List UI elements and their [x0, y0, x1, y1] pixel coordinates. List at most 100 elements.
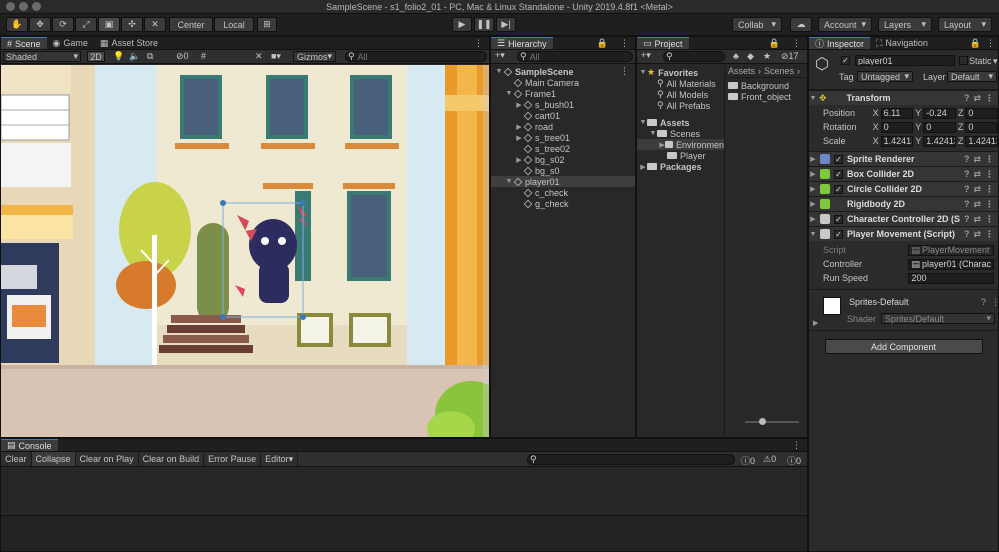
camera-icon[interactable]: ■▾ [271, 51, 281, 62]
preset-icon[interactable]: ⇄ [973, 154, 981, 165]
component-header[interactable]: ▶ Rigidbody 2D? ⇄ ⋮ [809, 196, 998, 211]
hierarchy-item[interactable]: g_check [491, 198, 635, 209]
list-item[interactable]: Background [725, 80, 807, 91]
hidden-packages-icon[interactable]: ⊘17 [781, 51, 799, 62]
rect-tool-icon[interactable]: ▣ [98, 17, 120, 32]
component-header[interactable]: ▶ ✓ Character Controller 2D (S? ⇄ ⋮ [809, 211, 998, 226]
tab-inspector[interactable]: ⓘ Inspector [809, 37, 871, 49]
lock-icon[interactable]: 🔒 [591, 37, 614, 49]
transform-tool-icon[interactable]: ✣ [121, 17, 143, 32]
scale-z-field[interactable]: 1.42413 [965, 135, 999, 147]
hand-tool-icon[interactable]: ✋ [6, 17, 28, 32]
layer-dropdown[interactable]: Default ▾ [947, 71, 997, 82]
expanded-arrow-icon[interactable]: ▼ [495, 68, 503, 75]
expanded-arrow-icon[interactable]: ▼ [505, 178, 513, 185]
help-icon[interactable]: ? [981, 297, 986, 307]
controller-field[interactable]: ▤ player01 (Charac [908, 258, 994, 270]
account-dropdown[interactable]: Account ▾ [818, 17, 872, 32]
add-object-button[interactable]: +▾ [495, 50, 505, 61]
favorite-item[interactable]: ⚲ All Models [637, 89, 724, 100]
preset-icon[interactable]: ⇄ [973, 184, 981, 195]
console-error-pause-button[interactable]: Error Pause [204, 452, 262, 466]
component-enabled-checkbox[interactable]: ✓ [834, 229, 843, 239]
console-collapse-button[interactable]: Collapse [31, 452, 76, 466]
add-component-button[interactable]: Add Component [824, 339, 983, 354]
hierarchy-menu-icon[interactable]: ⋮ [614, 37, 635, 49]
console-detail-area[interactable] [1, 515, 807, 551]
component-menu-icon[interactable]: ⋮ [985, 93, 994, 104]
console-log-area[interactable] [1, 469, 807, 513]
tab-scene[interactable]: # Scene [1, 37, 47, 49]
step-button[interactable]: ▶| [496, 17, 516, 32]
error-count-badge[interactable]: ⓘ0 [787, 454, 801, 467]
hierarchy-item[interactable]: ▼ SampleScene ⋮ [491, 66, 635, 77]
collapsed-arrow-icon[interactable]: ▶ [515, 134, 523, 142]
rotation-z-field[interactable]: 0 [965, 121, 999, 133]
packages-folder[interactable]: ▶ Packages [637, 161, 724, 172]
collab-dropdown[interactable]: Collab ▾ [732, 17, 782, 32]
audio-icon[interactable]: 🔈 [129, 51, 140, 62]
console-editor-button[interactable]: Editor ▾ [261, 452, 299, 466]
hierarchy-item[interactable]: ▼ Frame1 [491, 88, 635, 99]
preset-icon[interactable]: ⇄ [973, 199, 981, 210]
help-icon[interactable]: ? [964, 214, 970, 224]
component-menu-icon[interactable]: ⋮ [985, 229, 994, 240]
scale-y-field[interactable]: 1.42413 [923, 135, 956, 147]
collapsed-arrow-icon[interactable]: ▶ [515, 101, 523, 109]
component-enabled-checkbox[interactable]: ✓ [834, 169, 843, 179]
preset-icon[interactable]: ⇄ [973, 214, 981, 225]
scale-tool-icon[interactable]: ⤢ [75, 17, 97, 32]
hierarchy-item[interactable]: c_check [491, 187, 635, 198]
preset-icon[interactable]: ⇄ [973, 169, 981, 180]
scale-x-field[interactable]: 1.42413 [880, 135, 914, 147]
collapsed-arrow-icon[interactable]: ▶ [813, 319, 818, 327]
project-search-input[interactable]: ⚲ [663, 51, 725, 62]
collapsed-arrow-icon[interactable]: ▶ [809, 170, 817, 178]
list-item[interactable]: Front_object [725, 91, 807, 102]
grid-icon[interactable]: # [201, 51, 206, 61]
chevron-down-icon[interactable]: ▾ [993, 56, 998, 67]
help-icon[interactable]: ? [964, 184, 970, 194]
component-enabled-checkbox[interactable]: ✓ [834, 214, 843, 224]
position-z-field[interactable]: 0 [965, 107, 999, 119]
position-x-field[interactable]: 6.11 [880, 107, 914, 119]
scene-search-input[interactable]: ⚲ All [345, 51, 487, 62]
static-checkbox[interactable] [959, 56, 968, 65]
hierarchy-item[interactable]: ▶ s_tree01 [491, 132, 635, 143]
hierarchy-item[interactable]: bg_s0 [491, 165, 635, 176]
console-search-input[interactable]: ⚲ [527, 454, 735, 465]
tag-dropdown[interactable]: Untagged ▾ [857, 71, 913, 82]
collapsed-arrow-icon[interactable]: ▶ [809, 155, 817, 163]
scenes-folder[interactable]: ▼ Scenes [637, 128, 724, 139]
hidden-objects-icon[interactable]: ⊘0 [176, 51, 189, 62]
hierarchy-item[interactable]: ▶ bg_s02 [491, 154, 635, 165]
icon-size-slider-thumb[interactable] [759, 418, 766, 425]
console-clear-on-build-button[interactable]: Clear on Build [139, 452, 205, 466]
lighting-icon[interactable]: 💡 [113, 51, 124, 62]
component-menu-icon[interactable]: ⋮ [985, 199, 994, 210]
preset-icon[interactable]: ⇄ [973, 229, 981, 240]
snap-icon[interactable]: ⊞ [257, 17, 277, 32]
hierarchy-item[interactable]: ▶ s_bush01 [491, 99, 635, 110]
lock-icon[interactable]: 🔒 [968, 37, 983, 49]
filter-label-icon[interactable]: ◆ [747, 51, 754, 62]
hierarchy-search-input[interactable]: ⚲ All [517, 51, 633, 62]
layers-dropdown[interactable]: Layers ▾ [878, 17, 932, 32]
shader-dropdown[interactable]: Sprites/Default ▾ [881, 313, 995, 324]
create-asset-button[interactable]: +▾ [641, 50, 651, 61]
tools-icon[interactable]: ✕ [255, 51, 263, 62]
shading-mode-dropdown[interactable]: Shaded ▾ [3, 51, 81, 62]
effects-icon[interactable]: ⧉ [147, 51, 153, 62]
play-button[interactable]: ▶ [452, 17, 472, 32]
favorite-star-icon[interactable]: ★ [763, 51, 771, 62]
icon-size-slider[interactable] [745, 421, 799, 423]
transform-header[interactable]: ▼ ✥ Transform ? ⇄ ⋮ [809, 90, 998, 105]
component-header[interactable]: ▼ ✓ Player Movement (Script)? ⇄ ⋮ [809, 226, 998, 241]
tab-game[interactable]: ◉ Game [47, 37, 94, 49]
rotation-y-field[interactable]: 0 [923, 121, 956, 133]
tab-project[interactable]: ▭ Project [637, 37, 689, 49]
log-count-badge[interactable]: ⓘ0 [741, 454, 755, 467]
expanded-arrow-icon[interactable]: ▼ [809, 231, 817, 238]
rotation-x-field[interactable]: 0 [880, 121, 914, 133]
collapsed-arrow-icon[interactable]: ▶ [515, 156, 523, 164]
